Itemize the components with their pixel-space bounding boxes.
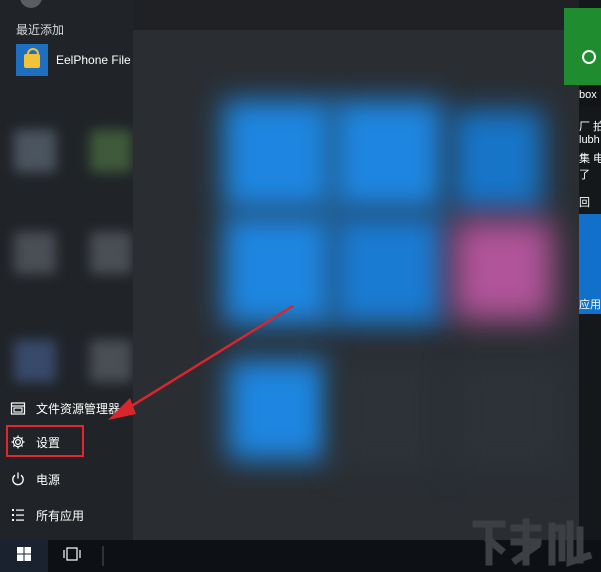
blurred-tile: [223, 215, 333, 325]
blurred-tile: [228, 360, 328, 460]
power-icon: [10, 471, 26, 487]
list-icon: [10, 507, 26, 523]
blurred-tile: [14, 130, 56, 172]
blurred-tile: [333, 215, 443, 325]
shopping-bag-icon: [16, 44, 48, 76]
windows-logo-icon: [16, 546, 32, 567]
blurred-tile-area: [133, 30, 579, 540]
store-caption: 应用商: [579, 299, 601, 311]
blurred-tile: [453, 110, 543, 210]
blurred-tile: [14, 232, 56, 274]
file-explorer-icon: [10, 400, 26, 416]
news-line: 厂 拍: [579, 121, 601, 133]
all-apps-label: 所有应用: [36, 508, 85, 523]
news-line: 回: [579, 197, 590, 209]
power-label: 电源: [36, 472, 61, 487]
blurred-tile: [333, 360, 443, 470]
news-line: 了: [579, 169, 590, 181]
news-line: lubh: [579, 134, 600, 146]
xbox-icon: [582, 50, 596, 64]
task-view-icon: [62, 546, 82, 567]
file-explorer-item[interactable]: 文件资源管理器: [10, 394, 130, 422]
blurred-tile: [90, 340, 132, 382]
all-apps-item[interactable]: 所有应用: [10, 501, 130, 529]
file-explorer-label: 文件资源管理器: [36, 401, 121, 416]
blurred-tile: [453, 220, 553, 320]
task-view-button[interactable]: [48, 540, 96, 572]
power-item[interactable]: 电源: [10, 465, 130, 493]
blurred-tile: [90, 130, 132, 172]
xbox-caption: box: [579, 89, 597, 101]
blurred-tile: [333, 100, 443, 210]
recent-app-eelphone[interactable]: EelPhone File: [16, 44, 216, 76]
news-line: 集 电: [579, 153, 601, 165]
start-menu-left-column: 最近添加: [0, 0, 133, 540]
settings-highlight-box: [6, 425, 84, 457]
blurred-tile: [223, 100, 333, 210]
blurred-tile: [14, 340, 56, 382]
user-avatar[interactable]: [20, 0, 42, 8]
taskbar-separator: [102, 546, 104, 566]
xbox-tile[interactable]: [564, 8, 601, 85]
start-button[interactable]: [0, 540, 48, 572]
watermark-logo: [472, 518, 593, 567]
recent-app-label: EelPhone File: [56, 53, 131, 67]
blurred-tile: [90, 232, 132, 274]
recent-section-label: 最近添加: [16, 23, 65, 37]
blurred-tile: [453, 360, 563, 470]
